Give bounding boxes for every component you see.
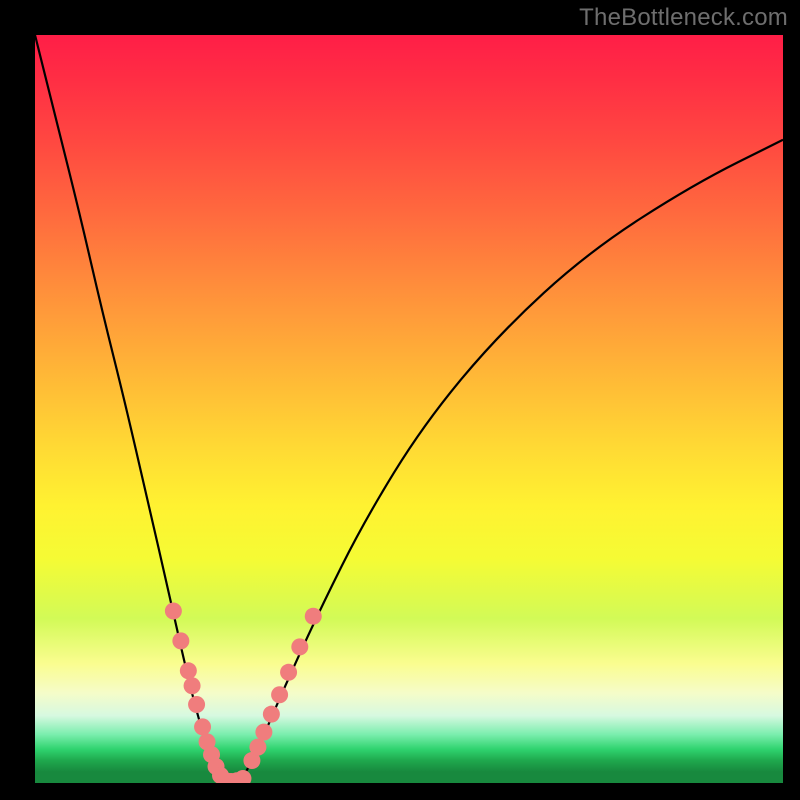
highlight-dot bbox=[249, 739, 266, 756]
highlight-dot bbox=[188, 696, 205, 713]
highlight-dot bbox=[180, 662, 197, 679]
highlight-dot bbox=[165, 602, 182, 619]
highlight-dot bbox=[305, 608, 322, 625]
highlight-dot bbox=[263, 706, 280, 723]
curve-line bbox=[35, 35, 783, 783]
highlight-dot bbox=[184, 677, 201, 694]
highlight-dot bbox=[255, 724, 272, 741]
highlight-dot bbox=[291, 638, 308, 655]
curve-svg bbox=[35, 35, 783, 783]
plot-area bbox=[35, 35, 783, 783]
highlight-dots-left bbox=[165, 602, 229, 783]
highlight-dot bbox=[271, 686, 288, 703]
highlight-dot bbox=[234, 770, 251, 783]
watermark-text: TheBottleneck.com bbox=[579, 4, 788, 32]
bottleneck-curve bbox=[35, 35, 783, 783]
highlight-dot bbox=[280, 664, 297, 681]
highlight-dot bbox=[172, 632, 189, 649]
highlight-dot bbox=[194, 718, 211, 735]
chart-frame: TheBottleneck.com bbox=[0, 0, 800, 800]
